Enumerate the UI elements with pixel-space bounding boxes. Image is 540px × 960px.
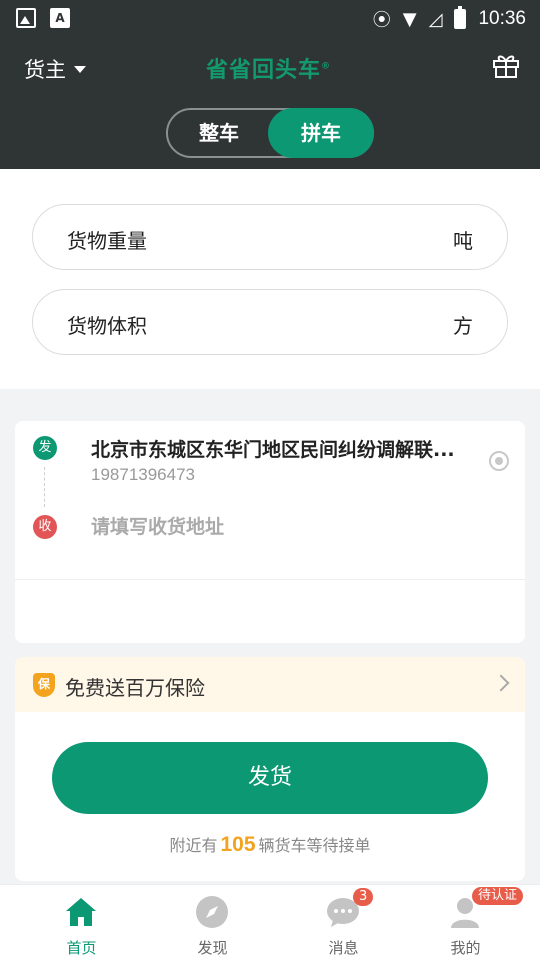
verification-badge: 待认证	[472, 887, 524, 905]
tab-home[interactable]: 首页	[14, 885, 149, 960]
cargo-volume-label: 货物体积	[67, 314, 147, 338]
compass-icon	[196, 896, 228, 928]
cargo-volume-unit: 方	[453, 314, 473, 338]
nearby-trucks-text: 附近有 105 辆货车等待接单	[15, 832, 525, 857]
send-tag: 发	[33, 436, 57, 460]
location-icon: ⦿	[372, 10, 391, 31]
app-notification-icon: A	[50, 8, 70, 28]
chevron-right-icon	[492, 674, 510, 692]
no-signal-icon: ◿	[428, 8, 443, 30]
ship-card: 保 免费送百万保险 发货 附近有 105 辆货车等待接单	[15, 657, 525, 881]
nearby-count: 105	[220, 833, 256, 856]
route-connector	[44, 467, 45, 507]
send-address[interactable]: 北京市东城区东华门地区民间纠纷调解联...	[91, 435, 455, 462]
app-header: 货主 省省回头车® 整车 拼车	[0, 38, 540, 169]
receive-address-input[interactable]: 请填写收货地址	[91, 512, 224, 539]
nearby-prefix: 附近有	[169, 836, 218, 855]
cargo-form: 货物重量 吨 货物体积 方	[0, 169, 540, 389]
status-bar: A ⦿ ▼ ◿ 10:36	[0, 0, 540, 38]
gift-icon[interactable]	[492, 52, 520, 78]
tab-shared-truck[interactable]: 拼车	[268, 108, 374, 158]
insurance-banner[interactable]: 保 免费送百万保险	[15, 657, 525, 712]
tab-full-truck[interactable]: 整车	[166, 108, 272, 158]
tab-discover-label: 发现	[197, 939, 228, 957]
divider	[15, 579, 525, 580]
battery-icon	[454, 6, 467, 29]
wifi-icon: ▼	[402, 8, 417, 30]
cargo-weight-field[interactable]: 货物重量 吨	[32, 204, 508, 270]
caret-down-icon	[74, 65, 86, 73]
tab-home-label: 首页	[66, 939, 97, 957]
role-selector[interactable]: 货主	[24, 54, 86, 84]
logo-registered-mark: ®	[321, 61, 332, 72]
logo-text: 省省回头车	[206, 58, 322, 83]
cargo-weight-label: 货物重量	[67, 229, 147, 253]
role-label: 货主	[24, 58, 66, 82]
cargo-weight-unit: 吨	[453, 229, 473, 253]
messages-badge: 3	[353, 888, 374, 906]
cargo-volume-field[interactable]: 货物体积 方	[32, 289, 508, 355]
nearby-suffix: 辆货车等待接单	[258, 836, 371, 855]
tab-discover[interactable]: 发现	[145, 885, 280, 960]
gallery-notification-icon	[16, 8, 36, 28]
tab-messages-label: 消息	[328, 939, 359, 957]
send-phone: 19871396473	[91, 465, 196, 484]
tab-profile[interactable]: 待认证 我的	[398, 885, 533, 960]
home-icon	[66, 898, 96, 926]
bottom-tab-bar: 首页 发现 3 消息 待认证 我的	[0, 884, 540, 960]
tab-messages[interactable]: 3 消息	[276, 885, 411, 960]
address-card: 发 北京市东城区东华门地区民间纠纷调解联... 19871396473 收 请填…	[15, 421, 525, 643]
tab-profile-label: 我的	[450, 939, 481, 957]
locate-icon[interactable]	[489, 451, 509, 471]
clock: 10:36	[478, 8, 526, 29]
ship-button[interactable]: 发货	[52, 742, 488, 814]
receive-tag: 收	[33, 515, 57, 539]
order-type-toggle[interactable]: 整车 拼车	[166, 108, 374, 158]
app-logo: 省省回头车®	[206, 52, 331, 84]
insurance-text: 免费送百万保险	[65, 676, 205, 700]
shield-icon: 保	[33, 673, 55, 697]
